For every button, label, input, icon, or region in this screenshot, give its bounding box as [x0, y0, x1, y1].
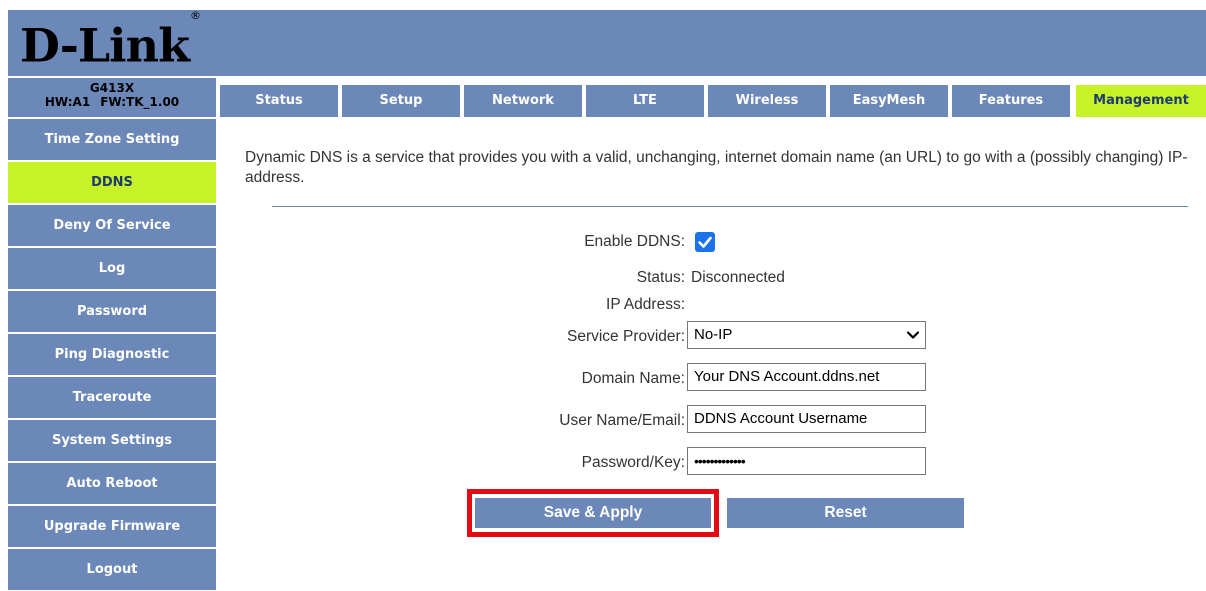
sidebar-item-traceroute[interactable]: Traceroute [8, 377, 216, 418]
user-name-field[interactable]: DDNS Account Username [687, 405, 926, 433]
domain-name-label: Domain Name: [581, 370, 685, 387]
sidebar-item-password[interactable]: Password [8, 291, 216, 332]
device-info: G413X HW:A1 FW:TK_1.00 [8, 78, 216, 117]
sidebar-item-upgrade-firmware[interactable]: Upgrade Firmware [8, 506, 216, 547]
service-provider-select[interactable]: No-IP [687, 321, 926, 349]
service-provider-label: Service Provider: [566, 328, 685, 345]
save-button-highlight [467, 489, 719, 537]
password-field[interactable]: ••••••••••••• [687, 447, 926, 475]
tab-status[interactable]: Status [220, 85, 338, 117]
tab-network[interactable]: Network [464, 85, 582, 117]
sidebar-item-ping-diagnostic[interactable]: Ping Diagnostic [8, 334, 216, 375]
sidebar-item-time-zone-setting[interactable]: Time Zone Setting [8, 119, 216, 160]
user-name-label: User Name/Email: [559, 412, 685, 429]
checkmark-icon [698, 236, 712, 248]
top-nav: Status Setup Network LTE Wireless EasyMe… [220, 85, 1206, 117]
sidebar-item-system-settings[interactable]: System Settings [8, 420, 216, 461]
service-provider-value: No-IP [694, 326, 733, 343]
ddns-description: Dynamic DNS is a service that provides y… [245, 149, 1188, 186]
tab-setup[interactable]: Setup [342, 85, 460, 117]
sidebar-item-deny-of-service[interactable]: Deny Of Service [8, 205, 216, 246]
tab-lte[interactable]: LTE [586, 85, 704, 117]
ip-address-label: IP Address: [606, 296, 685, 313]
device-model: G413X [89, 81, 135, 95]
status-value: Disconnected [691, 269, 785, 286]
sidebar-item-log[interactable]: Log [8, 248, 216, 289]
enable-ddns-checkbox[interactable] [695, 232, 715, 252]
sidebar-item-ddns[interactable]: DDNS [8, 162, 216, 203]
tab-easymesh[interactable]: EasyMesh [830, 85, 948, 117]
sidebar-item-auto-reboot[interactable]: Auto Reboot [8, 463, 216, 504]
registered-mark: ® [189, 9, 201, 22]
status-label: Status: [636, 269, 685, 286]
tab-management[interactable]: Management [1076, 85, 1206, 117]
logo-text: D-Link [20, 18, 190, 73]
reset-button[interactable]: Reset [727, 498, 964, 528]
password-label: Password/Key: [581, 454, 685, 471]
device-version: HW:A1 FW:TK_1.00 [8, 95, 216, 110]
divider [272, 206, 1188, 207]
chevron-down-icon [906, 331, 920, 339]
dlink-logo: D-Link® [20, 9, 201, 73]
tab-wireless[interactable]: Wireless [708, 85, 826, 117]
tab-features[interactable]: Features [952, 85, 1070, 117]
domain-name-field[interactable]: Your DNS Account.ddns.net [687, 363, 926, 391]
hardware-version: HW:A1 [44, 95, 91, 109]
header-bar: D-Link® [8, 9, 1206, 76]
enable-ddns-label: Enable DDNS: [584, 233, 685, 250]
firmware-version: FW:TK_1.00 [100, 95, 180, 109]
sidebar-item-logout[interactable]: Logout [8, 549, 216, 590]
